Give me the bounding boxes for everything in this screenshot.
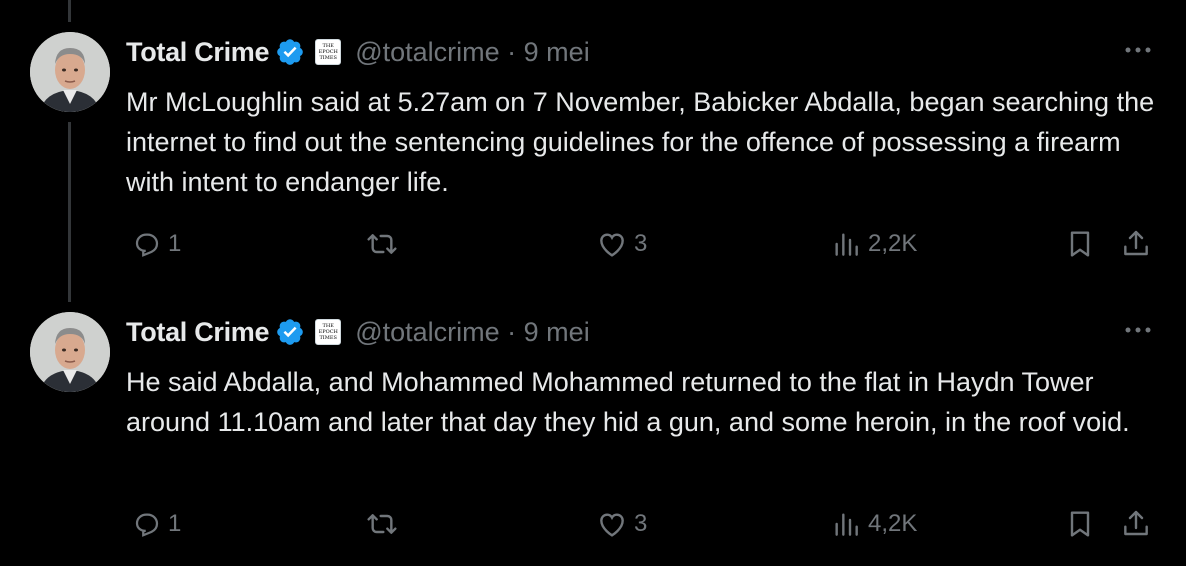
views-button[interactable]: 2,2K [830, 224, 917, 264]
bookmark-icon [1070, 511, 1090, 537]
view-count: 4,2K [868, 510, 918, 537]
tweet[interactable]: Total Crime THE EPOCH TIMES @totalcrime … [0, 280, 1186, 563]
like-icon [600, 513, 624, 537]
bookmark-icon [1070, 231, 1090, 257]
tweet[interactable]: Total Crime THE EPOCH TIMES @totalcrime … [0, 0, 1186, 283]
display-name[interactable]: Total Crime [126, 37, 270, 68]
verified-badge-icon[interactable] [275, 317, 305, 347]
reply-count: 1 [168, 230, 182, 257]
tweet-text: He said Abdalla, and Mohammed Mohammed r… [126, 367, 1130, 437]
like-count: 3 [634, 510, 648, 537]
display-name[interactable]: Total Crime [126, 317, 270, 348]
reply-icon [135, 233, 159, 257]
more-icon[interactable] [1120, 38, 1156, 62]
tweet-header: Total Crime THE EPOCH TIMES @totalcrime … [126, 32, 590, 72]
retweet-button[interactable] [366, 504, 398, 544]
share-icon [1124, 510, 1148, 536]
share-button[interactable] [1120, 224, 1152, 264]
affiliate-badge[interactable]: THE EPOCH TIMES [315, 319, 342, 345]
bookmark-button[interactable] [1064, 504, 1096, 544]
retweet-icon [367, 514, 397, 534]
share-button[interactable] [1120, 504, 1152, 544]
action-bar: 1 3 2,2K [126, 224, 1166, 264]
reply-icon [135, 513, 159, 537]
avatar[interactable] [30, 32, 110, 112]
views-button[interactable]: 4,2K [830, 504, 917, 544]
reply-count: 1 [168, 510, 182, 537]
like-count: 3 [634, 230, 648, 257]
reply-button[interactable]: 1 [132, 504, 181, 544]
handle-and-date[interactable]: @totalcrime · 9 mei [355, 317, 589, 348]
retweet-button[interactable] [366, 224, 398, 264]
affiliate-badge-text: THE EPOCH TIMES [318, 43, 338, 61]
handle-and-date[interactable]: @totalcrime · 9 mei [355, 37, 589, 68]
like-icon [600, 233, 624, 257]
affiliate-badge[interactable]: THE EPOCH TIMES [315, 39, 342, 65]
tweet-header: Total Crime THE EPOCH TIMES @totalcrime … [126, 312, 590, 352]
view-count: 2,2K [868, 230, 918, 257]
views-icon [835, 233, 858, 256]
action-bar: 1 3 4,2K [126, 504, 1166, 544]
retweet-icon [367, 234, 397, 254]
affiliate-badge-text: THE EPOCH TIMES [318, 323, 338, 341]
tweet-text: Mr McLoughlin said at 5.27am on 7 Novemb… [126, 87, 1155, 197]
avatar[interactable] [30, 312, 110, 392]
like-button[interactable]: 3 [596, 224, 647, 264]
share-icon [1124, 230, 1148, 256]
views-icon [835, 513, 858, 536]
bookmark-button[interactable] [1064, 224, 1096, 264]
verified-badge-icon[interactable] [275, 37, 305, 67]
more-icon[interactable] [1120, 318, 1156, 342]
like-button[interactable]: 3 [596, 504, 647, 544]
reply-button[interactable]: 1 [132, 224, 181, 264]
